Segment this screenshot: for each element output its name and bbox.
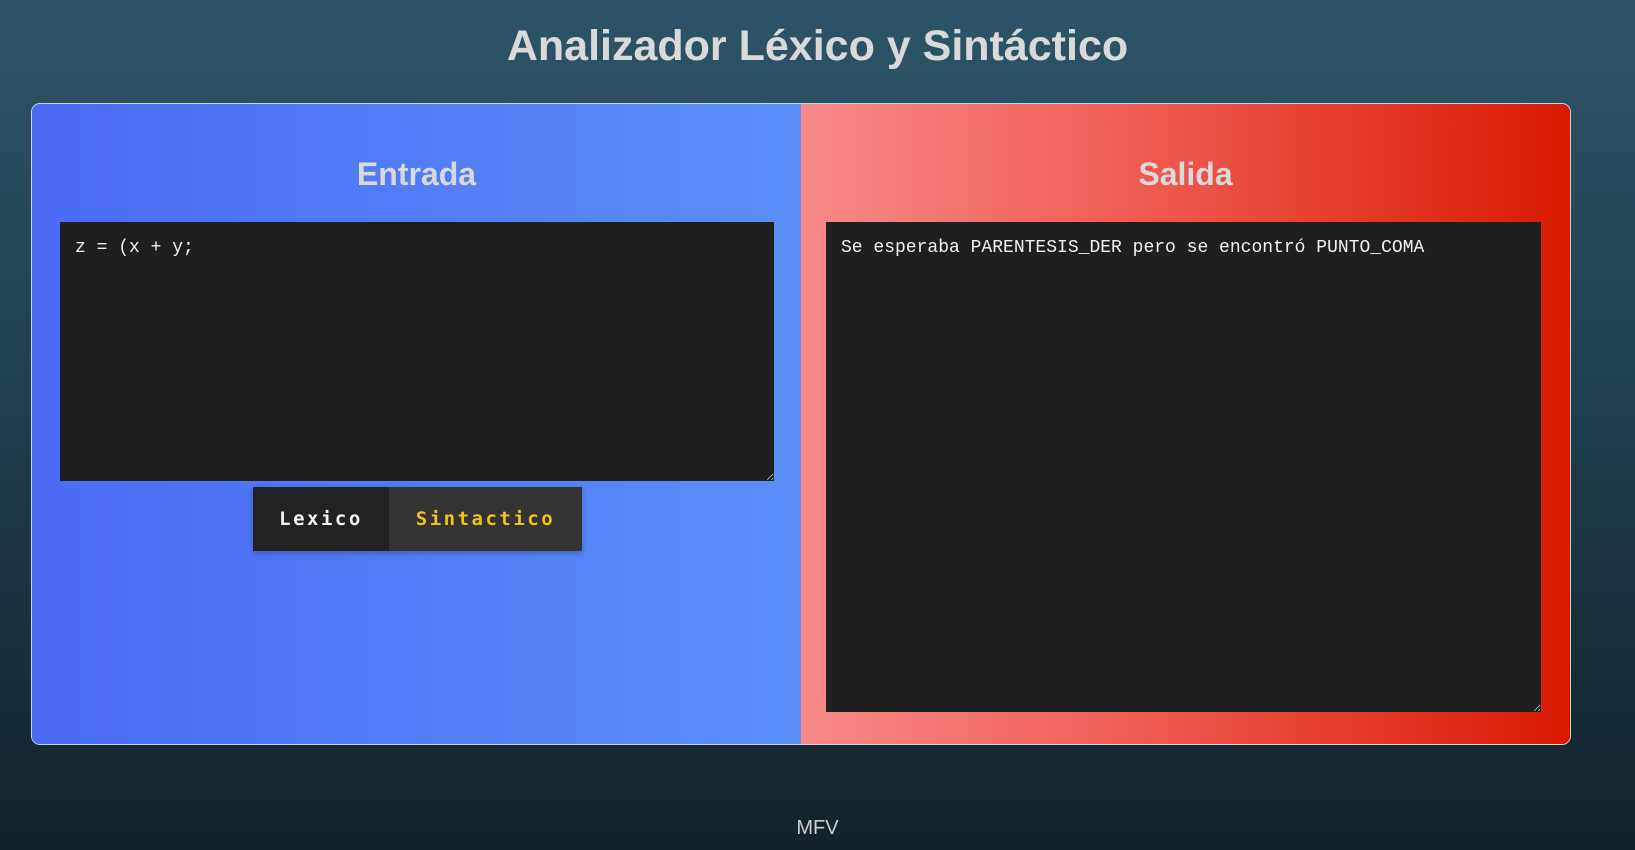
- input-section: Entrada z = (x + y; Lexico Sintactico: [32, 104, 801, 744]
- page-title: Analizador Léxico y Sintáctico: [506, 22, 1129, 70]
- code-input-textarea[interactable]: z = (x + y;: [60, 222, 774, 481]
- sintactico-button[interactable]: Sintactico: [389, 487, 582, 551]
- footer-text: MFV: [796, 817, 839, 839]
- lexico-button[interactable]: Lexico: [253, 487, 389, 551]
- input-section-title: Entrada: [356, 156, 477, 192]
- output-section: Salida Se esperaba PARENTESIS_DER pero s…: [801, 104, 1570, 744]
- analyze-button-group: Lexico Sintactico: [253, 487, 582, 551]
- analyzer-panel: Entrada z = (x + y; Lexico Sintactico Sa…: [31, 103, 1571, 745]
- output-textarea[interactable]: Se esperaba PARENTESIS_DER pero se encon…: [826, 222, 1541, 712]
- output-section-title: Salida: [1138, 156, 1233, 192]
